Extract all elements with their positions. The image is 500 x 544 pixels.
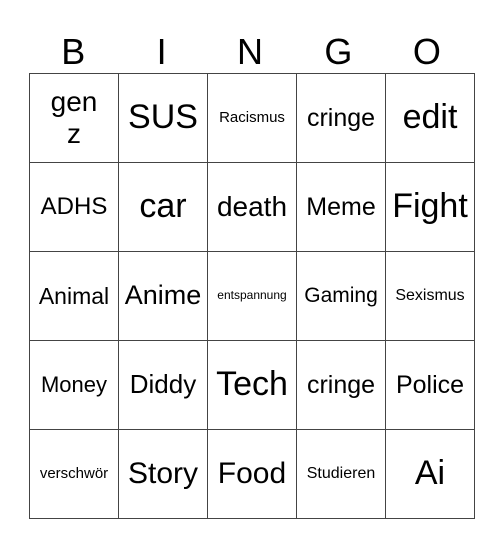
header-letter-n: N [237, 31, 264, 72]
bingo-header: B I N G O [29, 30, 471, 73]
bingo-cell[interactable]: Diddy [118, 340, 208, 430]
bingo-cell[interactable]: car [118, 162, 208, 252]
grid-row: verschwör Story Food Studieren Ai [29, 429, 475, 519]
bingo-cell[interactable]: Fight [385, 162, 475, 252]
bingo-cell[interactable]: Food [207, 429, 297, 519]
bingo-cell[interactable]: Studieren [296, 429, 386, 519]
header-letter-o: O [412, 31, 441, 72]
bingo-cell[interactable]: gen z [29, 73, 119, 163]
grid-row: gen z SUS Racismus cringe edit [29, 73, 475, 163]
bingo-cell[interactable]: Ai [385, 429, 475, 519]
bingo-cell[interactable]: ADHS [29, 162, 119, 252]
bingo-cell[interactable]: Racismus [207, 73, 297, 163]
bingo-cell[interactable]: SUS [118, 73, 208, 163]
header-letter-g: G [324, 31, 353, 72]
bingo-cell[interactable]: Meme [296, 162, 386, 252]
bingo-cell[interactable]: Police [385, 340, 475, 430]
bingo-cell[interactable]: cringe [296, 73, 386, 163]
bingo-cell[interactable]: entspannung [207, 251, 297, 341]
grid-row: Animal Anime entspannung Gaming Sexismus [29, 251, 475, 341]
grid-row: ADHS car death Meme Fight [29, 162, 475, 252]
bingo-cell[interactable]: cringe [296, 340, 386, 430]
bingo-cell[interactable]: Anime [118, 251, 208, 341]
header-letter-b: B [61, 31, 86, 72]
grid-row: Money Diddy Tech cringe Police [29, 340, 475, 430]
bingo-cell[interactable]: edit [385, 73, 475, 163]
bingo-cell[interactable]: Tech [207, 340, 297, 430]
bingo-cell[interactable]: death [207, 162, 297, 252]
bingo-cell[interactable]: Gaming [296, 251, 386, 341]
bingo-grid: gen z SUS Racismus cringe edit ADHS car death Me… [29, 73, 475, 519]
bingo-cell[interactable]: Money [29, 340, 119, 430]
bingo-cell[interactable]: Animal [29, 251, 119, 341]
bingo-cell[interactable]: verschwör [29, 429, 119, 519]
header-letter-i: I [156, 31, 167, 72]
bingo-cell[interactable]: Story [118, 429, 208, 519]
bingo-cell[interactable]: Sexismus [385, 251, 475, 341]
